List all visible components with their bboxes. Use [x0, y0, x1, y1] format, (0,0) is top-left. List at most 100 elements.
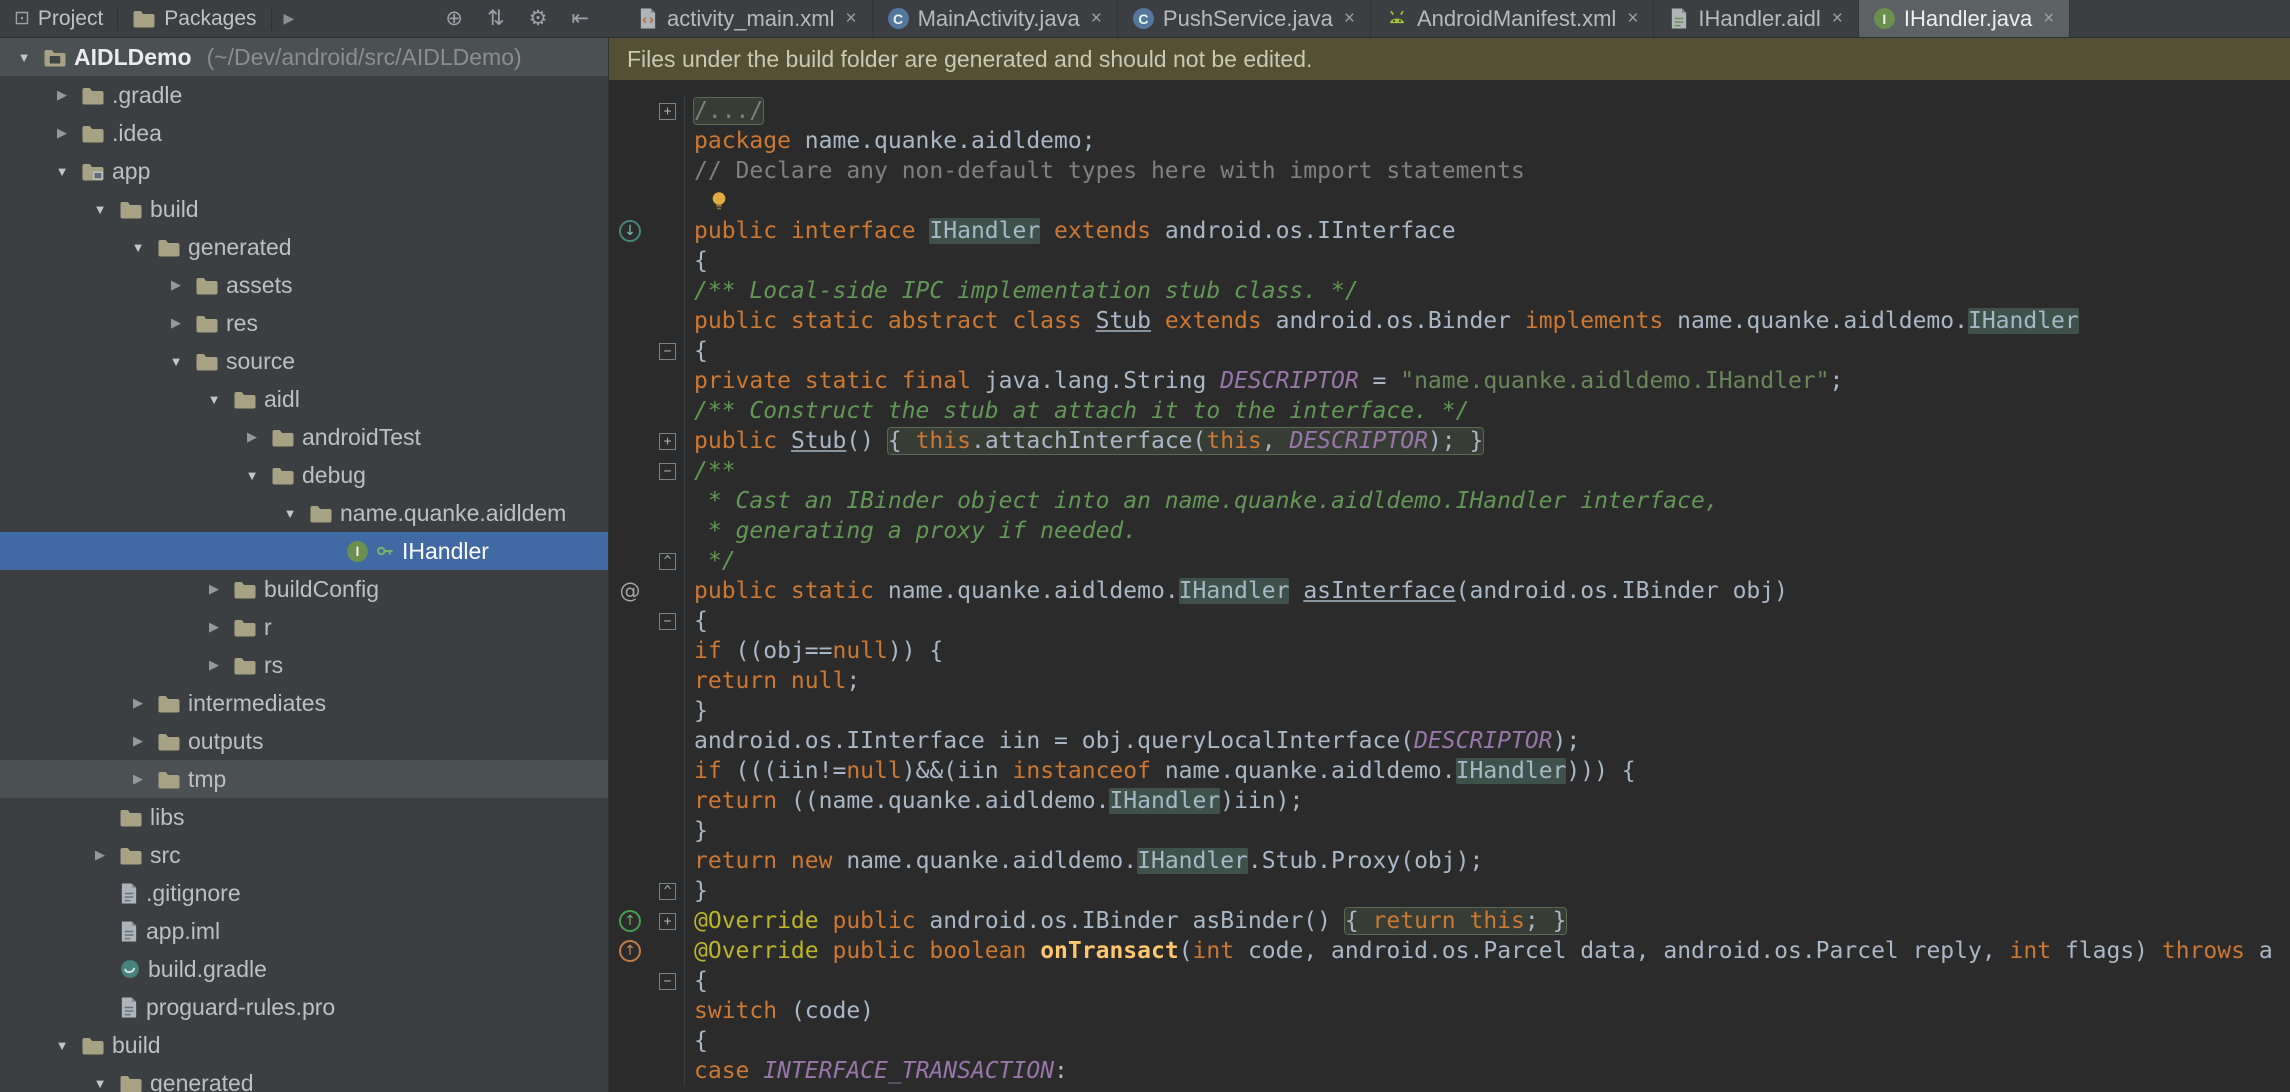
- tree-item-build[interactable]: ▼build: [0, 190, 608, 228]
- chevron-collapsed-icon[interactable]: ▶: [126, 695, 150, 711]
- close-icon[interactable]: ×: [1091, 8, 1102, 30]
- fold-end-icon[interactable]: ^: [659, 883, 676, 900]
- chevron-expanded-icon[interactable]: ▼: [50, 1038, 74, 1053]
- override2-gutter-icon[interactable]: ↑: [619, 940, 641, 962]
- tree-item-app[interactable]: ▼app: [0, 152, 608, 190]
- code-token: extends: [1040, 218, 1165, 244]
- tree-item-gitignore[interactable]: .gitignore: [0, 874, 608, 912]
- code-token: ;: [1830, 368, 1844, 394]
- settings-icon[interactable]: ⚙: [529, 6, 548, 31]
- chevron-collapsed-icon[interactable]: ▶: [164, 277, 188, 293]
- tree-item-buildconfig[interactable]: ▶buildConfig: [0, 570, 608, 608]
- code-editor[interactable]: +/.../package name.quanke.aidldemo;// De…: [609, 80, 2290, 1092]
- tree-item-assets[interactable]: ▶assets: [0, 266, 608, 304]
- locate-icon[interactable]: ⊕: [445, 6, 463, 31]
- fold-plus-icon[interactable]: +: [659, 913, 676, 930]
- close-icon[interactable]: ×: [845, 8, 856, 30]
- chevron-collapsed-icon[interactable]: ▶: [202, 619, 226, 635]
- tree-item-app-iml[interactable]: app.iml: [0, 912, 608, 950]
- tree-item-source[interactable]: ▼source: [0, 342, 608, 380]
- chevron-collapsed-icon[interactable]: ▶: [240, 429, 264, 445]
- code-token: */: [694, 548, 736, 574]
- editor-tab-ihandler-java[interactable]: IIHandler.java×: [1859, 0, 2071, 37]
- chevron-collapsed-icon[interactable]: ▶: [164, 315, 188, 331]
- code-token: public boolean: [832, 938, 1040, 964]
- chevron-expanded-icon[interactable]: ▼: [12, 50, 36, 65]
- chevron-collapsed-icon[interactable]: ▶: [202, 581, 226, 597]
- tree-item-libs[interactable]: libs: [0, 798, 608, 836]
- chevron-collapsed-icon[interactable]: ▶: [126, 733, 150, 749]
- tree-item-rs[interactable]: ▶rs: [0, 646, 608, 684]
- chevron-expanded-icon[interactable]: ▼: [88, 1076, 112, 1091]
- chevron-expanded-icon[interactable]: ▼: [50, 164, 74, 179]
- tree-item-debug[interactable]: ▼debug: [0, 456, 608, 494]
- fold-minus-icon[interactable]: −: [659, 463, 676, 480]
- tree-item-generated[interactable]: ▼generated: [0, 1064, 608, 1092]
- tree-item-gradle[interactable]: ▶ .gradle: [0, 76, 608, 114]
- chevron-expanded-icon[interactable]: ▼: [278, 506, 302, 521]
- chevron-expanded-icon[interactable]: ▼: [126, 240, 150, 255]
- code-token: if: [694, 758, 722, 784]
- code-token: (android.os.IBinder obj): [1456, 578, 1788, 604]
- implemented-gutter-icon[interactable]: ↓: [619, 220, 641, 242]
- tool-tab-project[interactable]: ⊡ Project: [0, 0, 117, 37]
- fold-end-icon[interactable]: ^: [659, 553, 676, 570]
- tree-item-outputs[interactable]: ▶outputs: [0, 722, 608, 760]
- fold-minus-icon[interactable]: −: [659, 973, 676, 990]
- fold-minus-icon[interactable]: −: [659, 613, 676, 630]
- tree-item-aidldemo[interactable]: ▼AIDLDemo(~/Dev/android/src/AIDLDemo): [0, 38, 608, 76]
- gutter-icon-cell: ↑: [609, 940, 651, 962]
- tree-item-r[interactable]: ▶r: [0, 608, 608, 646]
- hide-panel-icon[interactable]: ⇤: [571, 6, 589, 31]
- chevron-right-icon[interactable]: ▶: [284, 10, 295, 27]
- chevron-collapsed-icon[interactable]: ▶: [88, 847, 112, 863]
- editor-tab-mainactivity-java[interactable]: CMainActivity.java×: [873, 0, 1118, 37]
- code-text: {: [685, 968, 708, 994]
- editor-tab-activity-main-xml[interactable]: activity_main.xml×: [623, 0, 873, 37]
- tree-item-label: .gradle: [112, 82, 182, 109]
- code-token: );: [1553, 728, 1581, 754]
- fold-plus-icon[interactable]: +: [659, 433, 676, 450]
- close-icon[interactable]: ×: [1832, 8, 1843, 30]
- close-icon[interactable]: ×: [2043, 8, 2054, 30]
- tree-item-build-gradle[interactable]: build.gradle: [0, 950, 608, 988]
- tree-item-generated[interactable]: ▼generated: [0, 228, 608, 266]
- chevron-expanded-icon[interactable]: ▼: [164, 354, 188, 369]
- chevron-collapsed-icon[interactable]: ▶: [202, 657, 226, 673]
- chevron-collapsed-icon[interactable]: ▶: [50, 125, 74, 141]
- close-icon[interactable]: ×: [1627, 8, 1638, 30]
- tree-item-build[interactable]: ▼build: [0, 1026, 608, 1064]
- code-text: * generating a proxy if needed.: [685, 518, 1137, 544]
- project-tree-panel[interactable]: ▼AIDLDemo(~/Dev/android/src/AIDLDemo) ▶ .g…: [0, 38, 609, 1092]
- tree-item-res[interactable]: ▶res: [0, 304, 608, 342]
- at-gutter-icon[interactable]: @: [620, 579, 641, 603]
- tree-item-ihandler[interactable]: IIHandler: [0, 532, 608, 570]
- fold-cell: [651, 996, 685, 1026]
- chevron-expanded-icon[interactable]: ▼: [202, 392, 226, 407]
- close-icon[interactable]: ×: [1344, 8, 1355, 30]
- tree-item-androidtest[interactable]: ▶androidTest: [0, 418, 608, 456]
- tree-item-proguard-rules-pro[interactable]: proguard-rules.pro: [0, 988, 608, 1026]
- chevron-collapsed-icon[interactable]: ▶: [126, 771, 150, 787]
- tree-item-src[interactable]: ▶src: [0, 836, 608, 874]
- fold-minus-icon[interactable]: −: [659, 343, 676, 360]
- code-line: package name.quanke.aidldemo;: [609, 126, 2290, 156]
- tree-item-idea[interactable]: ▶.idea: [0, 114, 608, 152]
- tree-item-name-quanke-aidldem[interactable]: ▼name.quanke.aidldem: [0, 494, 608, 532]
- scroll-from-source-icon[interactable]: ⇅: [487, 6, 505, 31]
- intention-bulb-icon[interactable]: [708, 190, 730, 214]
- override-gutter-icon[interactable]: ↑: [619, 910, 641, 932]
- tree-item-intermediates[interactable]: ▶intermediates: [0, 684, 608, 722]
- chevron-collapsed-icon[interactable]: ▶: [50, 87, 74, 103]
- chevron-expanded-icon[interactable]: ▼: [88, 202, 112, 217]
- tree-item-tmp[interactable]: ▶tmp: [0, 760, 608, 798]
- editor-tab-androidmanifest-xml[interactable]: AndroidManifest.xml×: [1371, 0, 1654, 37]
- code-text: public static abstract class Stub extend…: [685, 308, 2079, 334]
- editor-tab-pushservice-java[interactable]: CPushService.java×: [1118, 0, 1371, 37]
- fold-plus-icon[interactable]: +: [659, 103, 676, 120]
- tool-tab-packages[interactable]: Packages: [118, 0, 270, 37]
- editor-tab-ihandler-aidl[interactable]: IHandler.aidl×: [1654, 0, 1858, 37]
- chevron-expanded-icon[interactable]: ▼: [240, 468, 264, 483]
- tree-item-aidl[interactable]: ▼aidl: [0, 380, 608, 418]
- code-line: −{: [609, 966, 2290, 996]
